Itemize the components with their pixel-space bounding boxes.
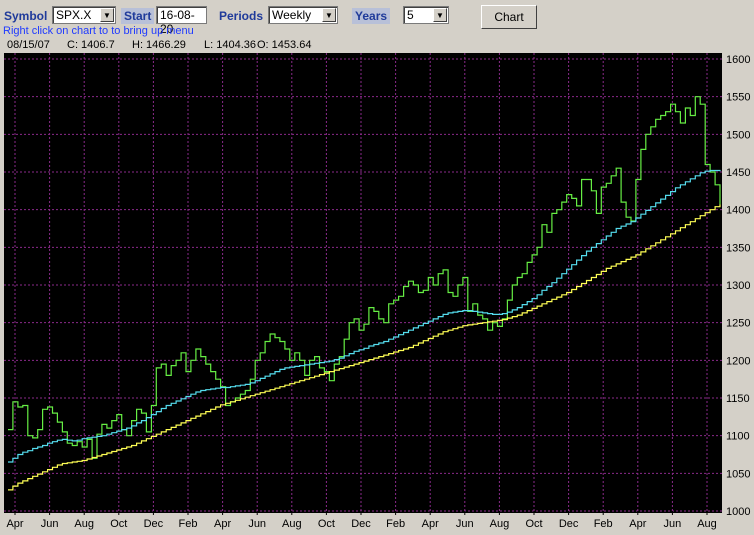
start-label: Start xyxy=(121,8,155,24)
x-tick-label: Jun xyxy=(664,518,682,530)
readout-high: H: 1466.29 xyxy=(132,39,186,51)
start-input[interactable]: 16-08-20 xyxy=(156,6,207,36)
toolbar: Symbol SPX.X ▼ Start 16-08-20 Periods We… xyxy=(0,0,754,40)
y-tick-label: 1000 xyxy=(726,506,750,518)
x-tick-label: Jun xyxy=(248,518,266,530)
y-tick-label: 1500 xyxy=(726,129,750,141)
x-tick-label: Feb xyxy=(594,518,613,530)
readout-close: C: 1406.7 xyxy=(67,39,115,51)
y-tick-label: 1550 xyxy=(726,92,750,104)
plot-area xyxy=(4,53,722,513)
x-tick-label: Aug xyxy=(697,518,717,530)
x-tick-label: Aug xyxy=(74,518,94,530)
x-tick-label: Apr xyxy=(214,518,231,530)
y-tick-label: 1250 xyxy=(726,318,750,330)
periods-label: Periods xyxy=(219,9,264,23)
periods-value: Weekly xyxy=(272,8,312,22)
x-tick-label: Oct xyxy=(110,518,127,530)
years-select[interactable]: 5 ▼ xyxy=(403,6,449,24)
x-tick-label: Apr xyxy=(6,518,23,530)
x-tick-label: Feb xyxy=(179,518,198,530)
y-tick-label: 1150 xyxy=(726,393,750,405)
periods-select[interactable]: Weekly ▼ xyxy=(268,6,338,24)
chevron-down-icon[interactable]: ▼ xyxy=(322,8,336,22)
y-tick-label: 1350 xyxy=(726,242,750,254)
chevron-down-icon[interactable]: ▼ xyxy=(100,8,114,22)
chevron-down-icon[interactable]: ▼ xyxy=(433,8,447,22)
x-tick-label: Dec xyxy=(144,518,164,530)
years-value: 5 xyxy=(407,8,414,22)
x-tick-label: Dec xyxy=(351,518,371,530)
y-tick-label: 1100 xyxy=(726,431,750,443)
y-tick-label: 1600 xyxy=(726,54,750,66)
x-tick-label: Aug xyxy=(282,518,302,530)
x-tick-label: Dec xyxy=(559,518,579,530)
x-tick-label: Feb xyxy=(386,518,405,530)
y-tick-label: 1300 xyxy=(726,280,750,292)
context-menu-hint: Right click on chart to to bring up menu xyxy=(3,25,194,37)
symbol-value: SPX.X xyxy=(56,8,92,22)
y-tick-label: 1400 xyxy=(726,205,750,217)
chart-button[interactable]: Chart xyxy=(481,5,537,29)
symbol-label: Symbol xyxy=(4,9,48,23)
y-tick-label: 1050 xyxy=(726,468,750,480)
x-tick-label: Apr xyxy=(422,518,439,530)
x-tick-label: Oct xyxy=(318,518,335,530)
readout-date: 08/15/07 xyxy=(7,39,50,51)
x-tick-label: Oct xyxy=(525,518,542,530)
symbol-combo[interactable]: SPX.X ▼ xyxy=(52,6,116,24)
ohlc-readout: 08/15/07 C: 1406.7 H: 1466.29 L: 1404.36… xyxy=(0,38,754,53)
price-chart[interactable]: 1600 1550 1500 1450 1400 1350 1300 1250 1200 1150… xyxy=(0,53,754,535)
x-tick-label: Jun xyxy=(456,518,474,530)
x-tick-label: Apr xyxy=(629,518,646,530)
readout-open: O: 1453.64 xyxy=(257,39,312,51)
readout-low: L: 1404.36 xyxy=(204,39,256,51)
x-tick-label: Jun xyxy=(41,518,59,530)
y-tick-label: 1450 xyxy=(726,167,750,179)
y-tick-label: 1200 xyxy=(726,355,750,367)
years-label: Years xyxy=(352,8,391,24)
x-tick-label: Aug xyxy=(490,518,510,530)
